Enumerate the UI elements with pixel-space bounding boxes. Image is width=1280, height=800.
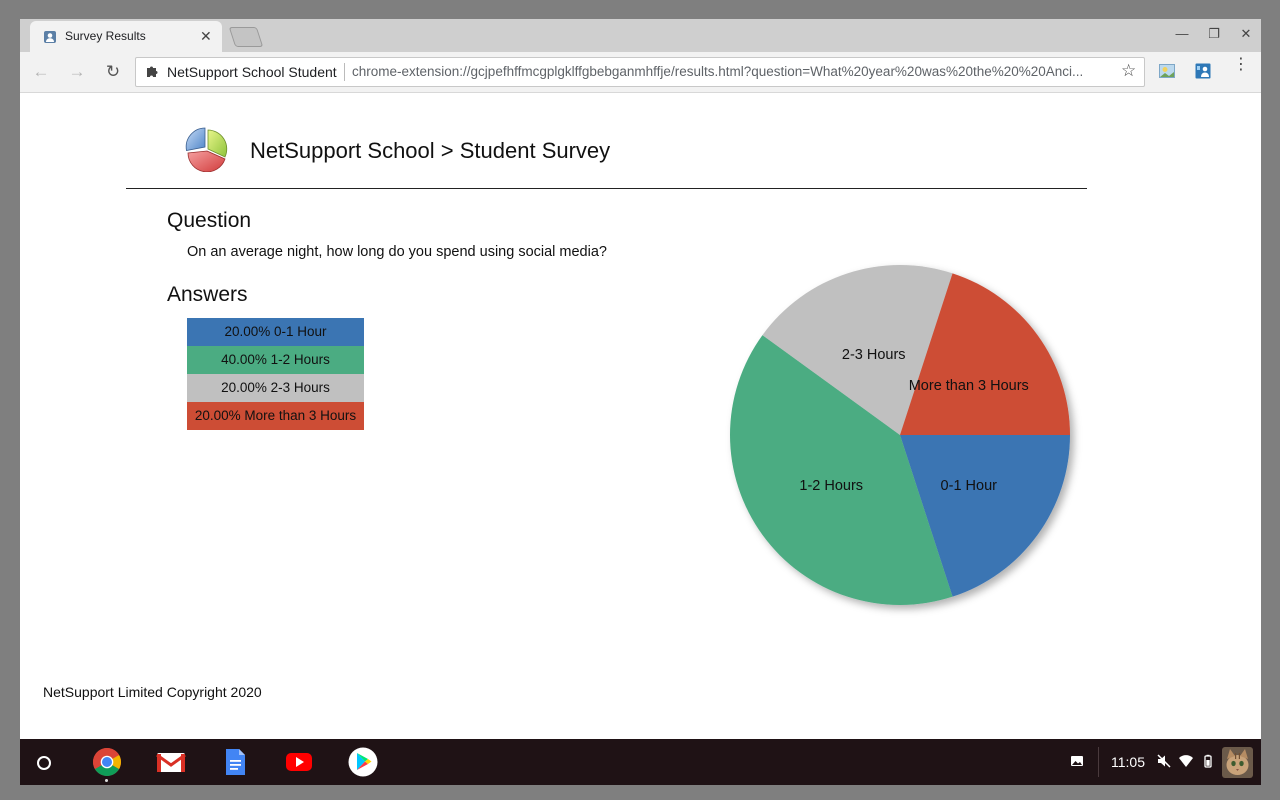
pie-slice-label: More than 3 Hours bbox=[909, 378, 1029, 394]
user-avatar[interactable] bbox=[1222, 747, 1253, 778]
netsupport-extension-icon[interactable] bbox=[1195, 63, 1211, 79]
tab-strip: Survey Results ✕ — ❐ ✕ bbox=[20, 19, 1261, 52]
os-shelf: 11:05 bbox=[20, 739, 1261, 785]
gmail-icon[interactable] bbox=[156, 747, 186, 777]
page-content: NetSupport School > Student Survey Quest… bbox=[20, 93, 1261, 739]
browser-toolbar: ← → ↻ NetSupport School Student chrome-e… bbox=[20, 52, 1261, 93]
new-tab-button[interactable] bbox=[228, 27, 264, 47]
answer-legend-item: 20.00% 0-1 Hour bbox=[187, 318, 364, 346]
youtube-icon[interactable] bbox=[284, 747, 314, 777]
answers-legend: 20.00% 0-1 Hour 40.00% 1-2 Hours 20.00% 2-… bbox=[187, 318, 364, 430]
header-divider bbox=[126, 188, 1087, 189]
battery-icon[interactable] bbox=[1201, 754, 1215, 768]
system-clock[interactable]: 11:05 bbox=[1111, 754, 1145, 770]
url-text[interactable]: chrome-extension://gcjpefhffmcgplgklffgb… bbox=[352, 64, 1110, 79]
bookmark-star-icon[interactable]: ☆ bbox=[1121, 61, 1136, 81]
question-heading: Question bbox=[167, 209, 252, 232]
launcher-icon[interactable] bbox=[37, 756, 51, 770]
answers-heading: Answers bbox=[167, 283, 248, 306]
answer-legend-item: 20.00% 2-3 Hours bbox=[187, 374, 364, 402]
chrome-active-indicator bbox=[105, 779, 108, 782]
copyright-footer: NetSupport Limited Copyright 2020 bbox=[43, 684, 262, 700]
volume-muted-icon[interactable] bbox=[1157, 754, 1171, 768]
forward-icon[interactable]: → bbox=[66, 62, 88, 82]
pie-chart-logo-icon bbox=[185, 127, 228, 172]
pie-slice-label: 1-2 Hours bbox=[799, 478, 863, 494]
docs-icon[interactable] bbox=[220, 747, 250, 777]
play-store-icon[interactable] bbox=[348, 747, 378, 777]
browser-window: Survey Results ✕ — ❐ ✕ ← → ↻ NetSupport … bbox=[20, 19, 1261, 785]
answer-legend-item: 40.00% 1-2 Hours bbox=[187, 346, 364, 374]
browser-menu-icon[interactable]: ⋮ bbox=[1233, 57, 1249, 73]
tab-title: Survey Results bbox=[65, 29, 146, 43]
tab-close-icon[interactable]: ✕ bbox=[200, 28, 212, 45]
netsupport-student-icon bbox=[44, 31, 56, 43]
address-bar[interactable]: NetSupport School Student chrome-extensi… bbox=[135, 57, 1145, 87]
tray-divider bbox=[1098, 747, 1099, 777]
minimize-icon[interactable]: — bbox=[1172, 26, 1192, 41]
window-close-icon[interactable]: ✕ bbox=[1236, 26, 1256, 42]
tab-survey-results[interactable]: Survey Results ✕ bbox=[30, 21, 222, 52]
survey-pie-chart: 0-1 Hour 1-2 Hours 2-3 HoursMore than 3 Ho… bbox=[730, 265, 1070, 605]
extension-image-icon[interactable] bbox=[1159, 63, 1175, 79]
answer-legend-item: 20.00% More than 3 Hours bbox=[187, 402, 364, 430]
back-icon[interactable]: ← bbox=[30, 62, 52, 82]
question-text: On an average night, how long do you spe… bbox=[187, 244, 607, 260]
chrome-icon[interactable] bbox=[92, 747, 122, 777]
wifi-icon[interactable] bbox=[1179, 754, 1193, 768]
site-name: NetSupport School Student bbox=[167, 64, 337, 80]
extension-puzzle-icon bbox=[147, 66, 158, 77]
pie-slice-label: 2-3 Hours bbox=[842, 347, 906, 363]
reload-icon[interactable]: ↻ bbox=[102, 62, 124, 82]
image-notification-icon[interactable] bbox=[1070, 754, 1084, 768]
omnibox-divider bbox=[344, 63, 345, 81]
pie-slice-label: 0-1 Hour bbox=[941, 478, 998, 494]
page-title: NetSupport School > Student Survey bbox=[250, 138, 611, 163]
restore-icon[interactable]: ❐ bbox=[1204, 26, 1224, 42]
